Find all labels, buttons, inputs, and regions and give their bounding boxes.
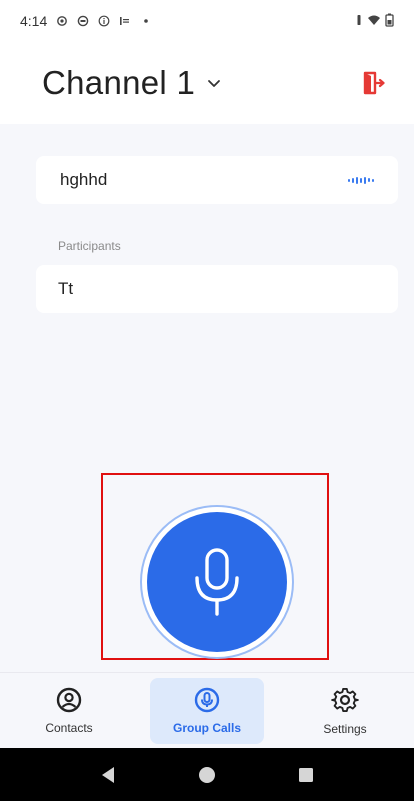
home-icon[interactable]: [198, 766, 216, 784]
header: Channel 1: [0, 42, 414, 124]
battery-icon: [385, 13, 394, 30]
status-right: [355, 13, 394, 30]
circle-icon: [77, 15, 89, 27]
nav-group-calls-label: Group Calls: [172, 720, 241, 735]
status-bar: 4:14: [0, 0, 414, 42]
status-left: 4:14: [20, 13, 152, 29]
active-speaker-card: hghhd: [36, 156, 398, 204]
vibrate-icon: [355, 13, 363, 29]
nav-group-calls[interactable]: Group Calls: [150, 677, 264, 744]
participant-name: Tt: [58, 279, 74, 298]
chevron-down-icon[interactable]: [207, 76, 221, 90]
main-content: hghhd Participants Tt: [0, 124, 414, 672]
bottom-nav: Contacts Group Calls Settings: [0, 672, 414, 748]
nav-settings[interactable]: Settings: [288, 678, 402, 744]
participant-item: Tt: [36, 265, 398, 313]
nav-contacts[interactable]: Contacts: [12, 678, 126, 744]
channel-title[interactable]: Channel 1: [42, 64, 195, 102]
info-icon: [98, 15, 110, 27]
contact-icon: [56, 687, 82, 712]
speaker-name: hghhd: [60, 170, 108, 189]
participants-label: Participants: [58, 239, 121, 253]
dot-icon: [140, 15, 152, 27]
settings-gear-icon: [56, 15, 68, 27]
signal-bars-icon: [119, 15, 131, 27]
nav-settings-label: Settings: [323, 721, 367, 736]
audio-wave-icon: [348, 176, 374, 184]
back-icon[interactable]: [100, 766, 116, 784]
microphone-icon: [195, 548, 239, 616]
nav-contacts-label: Contacts: [45, 720, 93, 735]
mic-button-fill: [147, 512, 287, 652]
mic-circle-icon: [194, 687, 220, 712]
gear-icon: [331, 687, 359, 712]
recents-icon[interactable]: [298, 767, 314, 783]
push-to-talk-button[interactable]: [140, 505, 294, 659]
exit-channel-button[interactable]: [360, 69, 388, 97]
wifi-icon: [367, 13, 381, 29]
exit-door-icon: [363, 71, 385, 95]
status-time: 4:14: [20, 13, 48, 29]
system-nav-bar: [0, 748, 414, 801]
